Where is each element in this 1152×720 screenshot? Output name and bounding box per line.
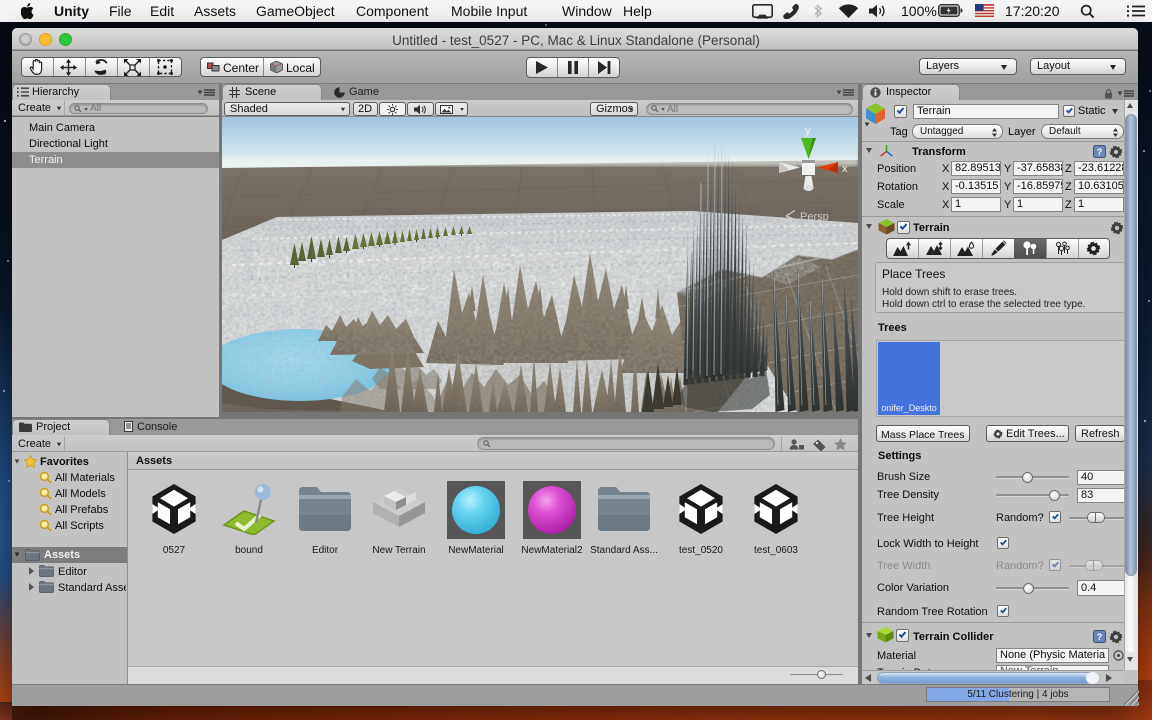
svg-text:x: x — [842, 163, 848, 175]
svg-text:y: y — [805, 125, 811, 137]
svg-text:?: ? — [1097, 147, 1103, 157]
svg-text:?: ? — [1097, 632, 1103, 642]
svg-text:Persp: Persp — [800, 211, 829, 223]
